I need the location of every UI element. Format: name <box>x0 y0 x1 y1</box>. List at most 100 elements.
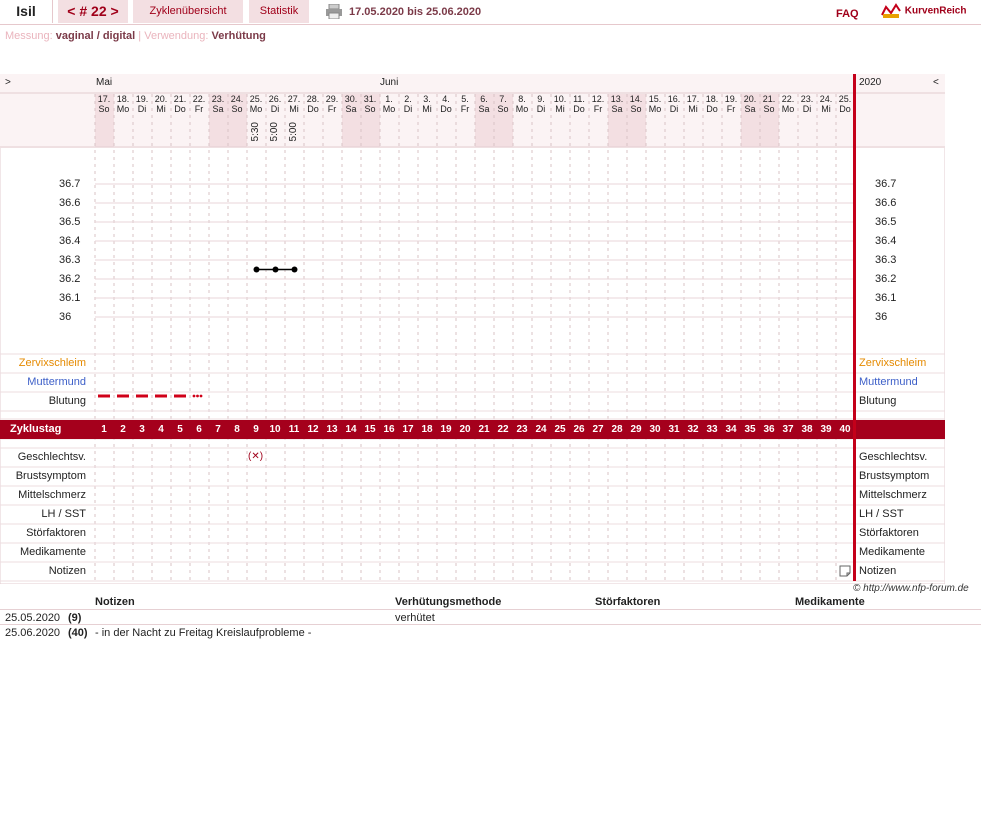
day-header: 2. Di <box>399 94 417 147</box>
day-header: 18. Do <box>703 94 721 147</box>
row-label: Medikamente <box>19 546 86 558</box>
zyklustag-number: 27 <box>592 424 604 435</box>
day-date: 12. <box>591 94 605 104</box>
zyklustag-number: 31 <box>668 424 680 435</box>
day-date: 17. <box>686 94 700 104</box>
zyklustag-number: 5 <box>177 424 183 435</box>
day-date: 31. <box>363 94 377 104</box>
day-date: 30. <box>344 94 358 104</box>
month-mai: Mai <box>96 77 113 88</box>
day-date: 5. <box>461 94 469 104</box>
day-header: 16. Di <box>665 94 683 147</box>
zyklustag-number: 40 <box>839 424 851 435</box>
faq-link[interactable]: FAQ <box>836 8 859 20</box>
col-notizen: Notizen <box>95 596 135 608</box>
temperature-point <box>253 266 260 273</box>
day-header: 7. So <box>494 94 512 147</box>
zyklustag-number: 9 <box>253 424 259 435</box>
temp-label-left: 36.5 <box>59 216 81 228</box>
day-date: 17. <box>97 94 111 104</box>
day-weekday: So <box>763 104 775 114</box>
cycle-selector[interactable]: < # 22 > <box>58 0 128 23</box>
day-date: 29. <box>325 94 339 104</box>
row-label-right: Geschlechtsv. <box>859 451 928 463</box>
user-tab[interactable]: Isil <box>0 0 53 23</box>
spotting-mark <box>196 394 199 398</box>
day-header: 20. Mi <box>152 94 170 147</box>
day-weekday: Do <box>839 104 851 114</box>
day-header: 24. Mi <box>817 94 835 147</box>
zyklustag-number: 20 <box>459 424 471 435</box>
brand-logo[interactable]: KurvenReich <box>880 3 966 19</box>
day-weekday: Do <box>573 104 585 114</box>
day-date: 15. <box>648 94 662 104</box>
row-label: Brustsymptom <box>15 470 86 482</box>
zyklustag-number: 2 <box>120 424 126 435</box>
day-header: 12. Fr <box>589 94 607 147</box>
cycle-chart: > Mai Juni 2020 < 17. So 18. Mo 19. Di 20. Mi 21… <box>0 74 945 584</box>
messung-label: Messung: <box>5 30 53 42</box>
day-date: 19. <box>135 94 149 104</box>
day-weekday: Sa <box>611 104 623 114</box>
row1-date: 25.05.2020 <box>5 612 61 624</box>
zyklustag-number: 12 <box>307 424 319 435</box>
row-label-right: Brustsymptom <box>859 470 930 482</box>
current-day-line <box>853 74 856 581</box>
day-weekday: Di <box>137 104 147 114</box>
zyklustag-number: 37 <box>782 424 794 435</box>
tab-statistik[interactable]: Statistik <box>249 0 309 23</box>
tab-zyklenuebersicht[interactable]: Zyklenübersicht <box>133 0 243 23</box>
day-weekday: Do <box>307 104 319 114</box>
day-date: 22. <box>192 94 206 104</box>
day-weekday: Mi <box>156 104 166 114</box>
zyklustag-number: 23 <box>516 424 528 435</box>
copyright[interactable]: © http://www.nfp-forum.de <box>853 583 969 594</box>
temp-label-right: 36.1 <box>875 292 897 304</box>
note-icon[interactable] <box>839 565 851 580</box>
day-weekday: Sa <box>478 104 490 114</box>
zyklustag-number: 13 <box>326 424 338 435</box>
day-header: 1. Mo <box>380 94 398 147</box>
row-label-right: Medikamente <box>859 546 926 558</box>
day-date: 10. <box>553 94 567 104</box>
separator: | <box>138 30 142 42</box>
zyklustag-number: 21 <box>478 424 490 435</box>
day-header: 8. Mo <box>513 94 531 147</box>
nav-prev[interactable]: > <box>5 74 11 92</box>
row-label-right: Störfaktoren <box>859 527 919 539</box>
day-header: 28. Do <box>304 94 322 147</box>
zyklustag-number: 11 <box>288 424 300 435</box>
day-weekday: Mo <box>382 104 396 114</box>
row-blutung-right: Blutung <box>859 395 897 407</box>
day-weekday: Do <box>706 104 718 114</box>
zyklustag-label: Zyklustag <box>10 423 62 435</box>
day-weekday: So <box>364 104 376 114</box>
zyklustag-number: 7 <box>215 424 221 435</box>
year-label: 2020 <box>859 77 882 88</box>
zyklustag-number: 28 <box>611 424 623 435</box>
temp-label-right: 36.4 <box>875 235 897 247</box>
day-header: 22. Mo <box>779 94 797 147</box>
day-weekday: Fr <box>726 104 736 114</box>
day-date: 9. <box>537 94 545 104</box>
day-header: 25. Do <box>836 94 854 147</box>
spotting-mark <box>199 394 203 398</box>
zyklustag-number: 35 <box>744 424 756 435</box>
day-date: 8. <box>518 94 526 104</box>
day-date: 28. <box>306 94 320 104</box>
print-icon[interactable] <box>326 3 342 20</box>
day-date: 27. <box>287 94 301 104</box>
day-header: 3. Mi <box>418 94 436 147</box>
nav-next[interactable]: < <box>933 74 939 92</box>
day-weekday: Do <box>440 104 452 114</box>
row-label: LH / SST <box>41 508 86 520</box>
day-weekday: Sa <box>744 104 756 114</box>
month-juni: Juni <box>380 77 399 88</box>
day-weekday: So <box>231 104 243 114</box>
day-date: 7. <box>499 94 507 104</box>
day-date: 14. <box>629 94 643 104</box>
day-date: 2. <box>404 94 412 104</box>
day-weekday: Sa <box>212 104 224 114</box>
row2-day: (40) <box>68 627 88 639</box>
day-header: 4. Do <box>437 94 455 147</box>
